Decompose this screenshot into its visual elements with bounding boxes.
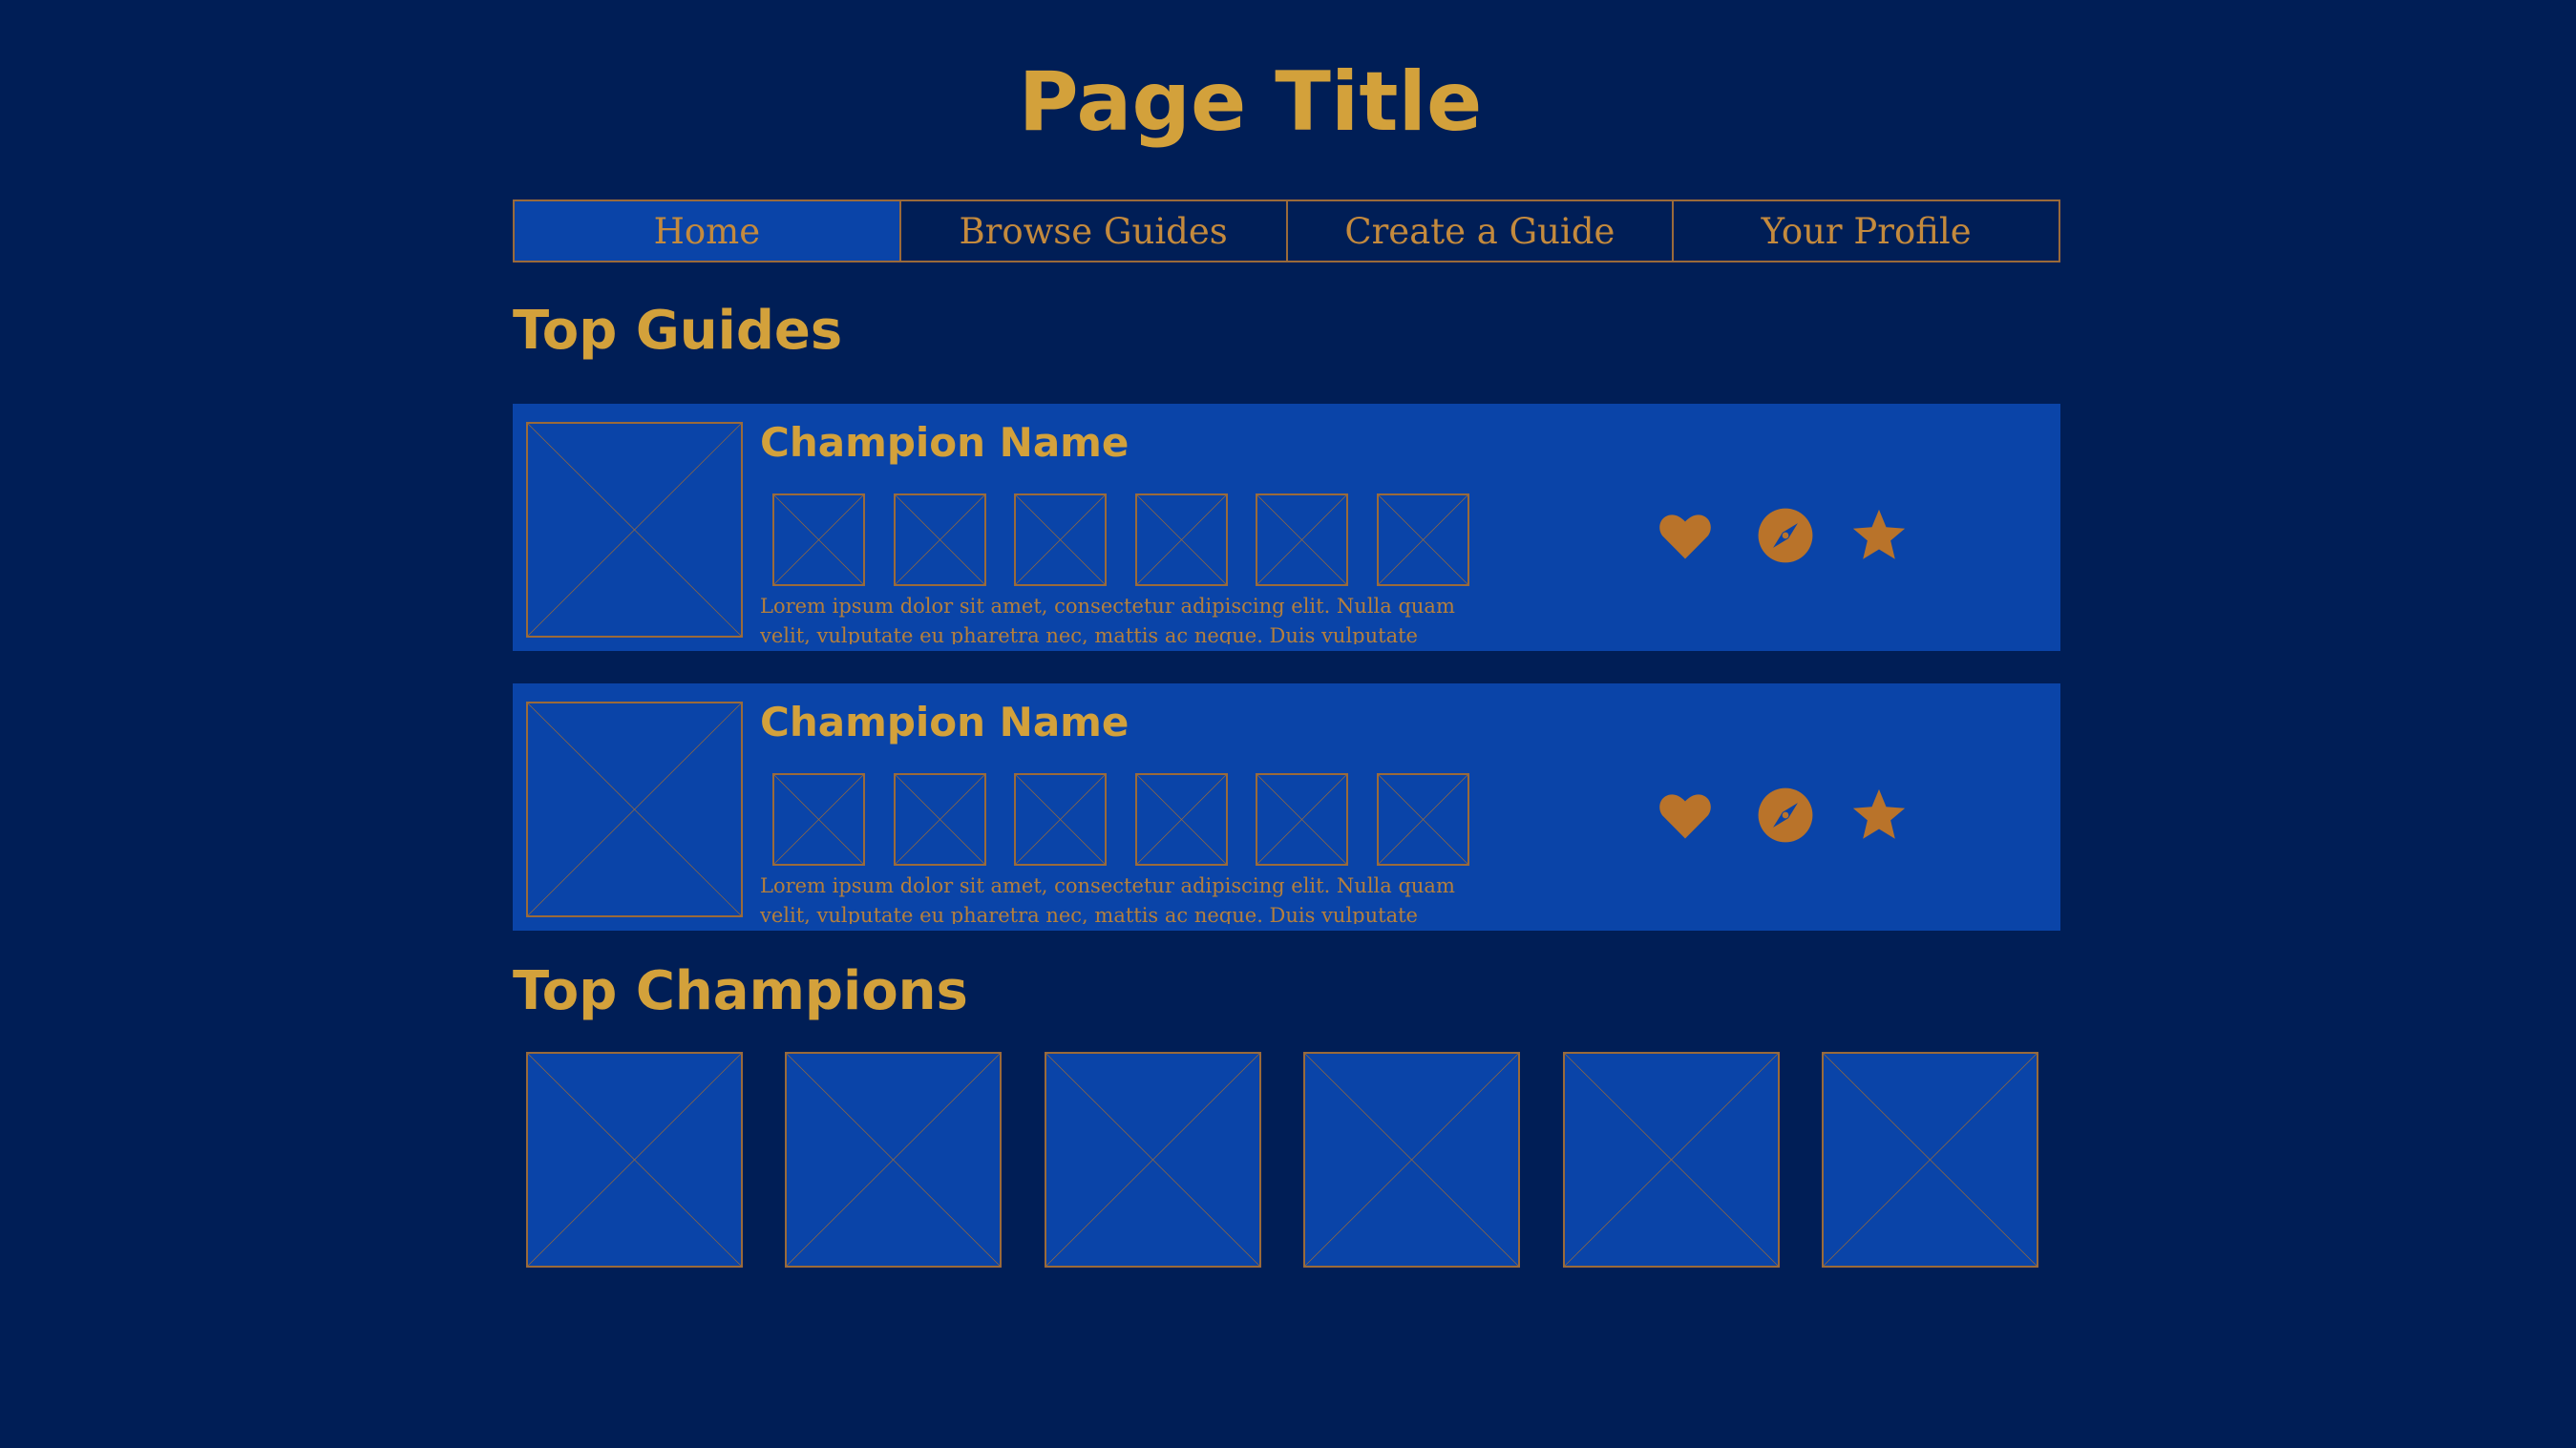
guide-card[interactable]: Champion Name Lorem ipsum dolor sit amet… bbox=[513, 683, 2060, 931]
top-guides-heading: Top Guides bbox=[513, 300, 843, 362]
champion-portrait-placeholder bbox=[526, 702, 743, 917]
item-slot-placeholder bbox=[1377, 773, 1469, 866]
item-slot-placeholder bbox=[772, 493, 865, 586]
nav-your-profile[interactable]: Your Profile bbox=[1674, 201, 2059, 261]
heart-icon[interactable] bbox=[1656, 506, 1715, 565]
item-slot-placeholder bbox=[1014, 773, 1107, 866]
top-champion-placeholder[interactable] bbox=[1822, 1052, 2038, 1268]
top-champion-placeholder[interactable] bbox=[1303, 1052, 1520, 1268]
champion-portrait-placeholder bbox=[526, 422, 743, 638]
item-slot-placeholder bbox=[1256, 493, 1348, 586]
item-slot-placeholder bbox=[894, 773, 986, 866]
nav-home[interactable]: Home bbox=[515, 201, 901, 261]
page-title: Page Title bbox=[1018, 54, 1483, 150]
item-slot-placeholder bbox=[1377, 493, 1469, 586]
guide-champion-name[interactable]: Champion Name bbox=[760, 419, 1129, 467]
item-slot-placeholder bbox=[1135, 773, 1228, 866]
guide-description: Lorem ipsum dolor sit amet, consectetur … bbox=[760, 595, 1455, 644]
item-slot-placeholder bbox=[1256, 773, 1348, 866]
compass-icon[interactable] bbox=[1756, 506, 1815, 565]
star-icon[interactable] bbox=[1849, 506, 1909, 565]
item-slot-placeholder bbox=[772, 773, 865, 866]
nav-browse-guides[interactable]: Browse Guides bbox=[901, 201, 1288, 261]
star-icon[interactable] bbox=[1849, 786, 1909, 845]
item-slot-placeholder bbox=[894, 493, 986, 586]
top-champion-placeholder[interactable] bbox=[526, 1052, 743, 1268]
top-champion-placeholder[interactable] bbox=[1563, 1052, 1780, 1268]
heart-icon[interactable] bbox=[1656, 786, 1715, 845]
top-champion-placeholder[interactable] bbox=[1045, 1052, 1261, 1268]
nav-create-guide[interactable]: Create a Guide bbox=[1288, 201, 1675, 261]
top-champions-heading: Top Champions bbox=[513, 960, 968, 1022]
item-slot-placeholder bbox=[1135, 493, 1228, 586]
top-champion-placeholder[interactable] bbox=[785, 1052, 1002, 1268]
compass-icon[interactable] bbox=[1756, 786, 1815, 845]
guide-description: Lorem ipsum dolor sit amet, consectetur … bbox=[760, 874, 1455, 924]
item-slot-placeholder bbox=[1014, 493, 1107, 586]
main-nav: Home Browse Guides Create a Guide Your P… bbox=[513, 199, 2060, 262]
guide-champion-name[interactable]: Champion Name bbox=[760, 699, 1129, 746]
guide-card[interactable]: Champion Name Lorem ipsum dolor sit amet… bbox=[513, 404, 2060, 651]
